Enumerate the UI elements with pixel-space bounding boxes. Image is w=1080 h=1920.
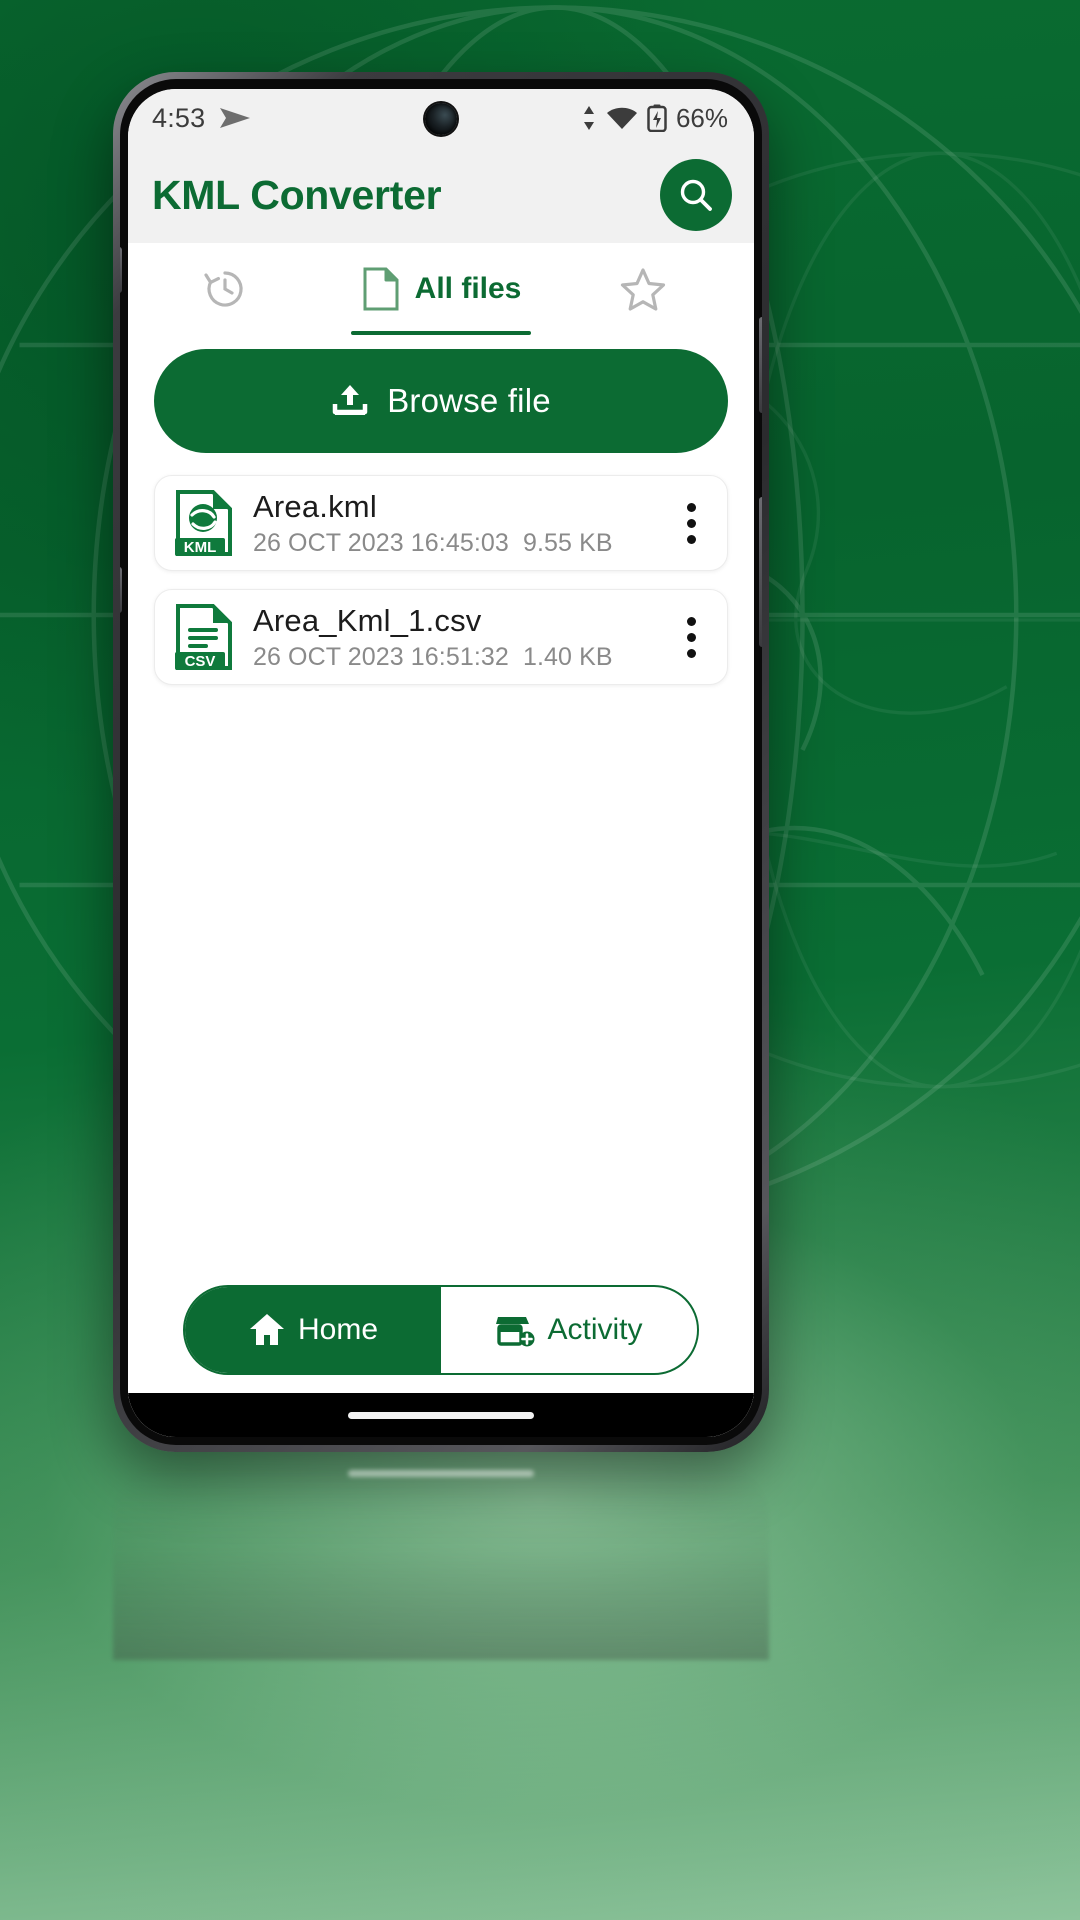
tab-bar: All files bbox=[128, 243, 754, 335]
file-subtitle: 26 OCT 2023 16:51:32 1.40 KB bbox=[253, 643, 669, 672]
file-name: Area_Kml_1.csv bbox=[253, 602, 482, 638]
tab-active-indicator bbox=[350, 331, 532, 335]
svg-text:CSV: CSV bbox=[185, 653, 216, 670]
bottom-navigation-wrapper: Home Activity bbox=[128, 1285, 754, 1393]
search-button[interactable] bbox=[660, 159, 732, 231]
file-size: 1.40 KB bbox=[523, 642, 613, 671]
browse-file-label: Browse file bbox=[387, 382, 551, 419]
table-row[interactable]: CSV Area_Kml_1.csv 26 OCT 2023 16:51:32 … bbox=[154, 589, 728, 685]
nav-home-label: Home bbox=[297, 1313, 379, 1346]
file-date: 26 OCT 2023 16:45:03 bbox=[253, 528, 509, 557]
file-list: KML Area.kml 26 OCT 2023 16:45:03 9.55 K… bbox=[128, 453, 754, 1285]
browse-file-button[interactable]: Browse file bbox=[154, 349, 728, 453]
file-name: Area.kml bbox=[253, 488, 377, 524]
front-camera-punchhole bbox=[425, 103, 457, 135]
device-reflection-bar bbox=[348, 1470, 534, 1477]
more-vertical-icon bbox=[686, 534, 696, 544]
browse-file-section: Browse file bbox=[128, 335, 754, 453]
file-meta: Area_Kml_1.csv 26 OCT 2023 16:51:32 1.40… bbox=[253, 603, 669, 672]
content-sheet: All files Browse file KML Area.kml 26 OC… bbox=[128, 243, 754, 1437]
status-bar: 4:53 66% bbox=[128, 89, 754, 147]
more-vertical-icon bbox=[686, 648, 696, 658]
status-bar-left: 4:53 bbox=[152, 103, 251, 134]
history-icon bbox=[204, 271, 243, 307]
battery-charging-icon bbox=[647, 104, 667, 132]
more-vertical-icon bbox=[686, 632, 696, 642]
app-bar: KML Converter bbox=[128, 147, 754, 243]
kml-file-icon: KML bbox=[175, 490, 232, 556]
system-gesture-area bbox=[128, 1393, 754, 1437]
more-vertical-icon bbox=[686, 616, 696, 626]
volume-rocker-button[interactable] bbox=[759, 497, 762, 647]
bottom-navigation: Home Activity bbox=[183, 1285, 699, 1375]
send-icon bbox=[220, 108, 251, 128]
file-meta: Area.kml 26 OCT 2023 16:45:03 9.55 KB bbox=[253, 489, 669, 558]
power-button[interactable] bbox=[759, 317, 762, 413]
gesture-home-bar[interactable] bbox=[348, 1411, 534, 1419]
volume-down-button[interactable] bbox=[120, 567, 122, 613]
table-row[interactable]: KML Area.kml 26 OCT 2023 16:45:03 9.55 K… bbox=[154, 475, 728, 571]
svg-text:KML: KML bbox=[184, 539, 217, 556]
volume-up-button[interactable] bbox=[120, 247, 122, 293]
nav-activity[interactable]: Activity bbox=[441, 1287, 697, 1373]
page-title: KML Converter bbox=[152, 171, 442, 218]
more-vertical-icon bbox=[686, 518, 696, 528]
tab-history[interactable] bbox=[128, 243, 337, 335]
nav-home[interactable]: Home bbox=[185, 1287, 441, 1373]
data-transfer-icon bbox=[583, 106, 594, 130]
phone-device-frame: 4:53 66% KML Converter All files Browse … bbox=[113, 72, 769, 1452]
file-icon bbox=[363, 267, 399, 311]
phone-screen: 4:53 66% KML Converter All files Browse … bbox=[128, 89, 754, 1437]
device-reflection bbox=[113, 1460, 769, 1660]
more-vertical-icon bbox=[686, 502, 696, 512]
tab-all-files-label: All files bbox=[414, 272, 522, 305]
file-date: 26 OCT 2023 16:51:32 bbox=[253, 642, 509, 671]
upload-icon bbox=[332, 385, 368, 415]
file-subtitle: 26 OCT 2023 16:45:03 9.55 KB bbox=[253, 529, 669, 558]
csv-file-icon: CSV bbox=[175, 604, 232, 670]
activity-store-icon bbox=[496, 1317, 535, 1347]
file-size: 9.55 KB bbox=[523, 528, 613, 557]
battery-percentage: 66% bbox=[675, 102, 728, 133]
file-menu-button[interactable] bbox=[669, 606, 713, 668]
status-bar-right: 66% bbox=[581, 103, 728, 134]
tab-favourites[interactable] bbox=[545, 243, 754, 335]
tab-all-files[interactable]: All files bbox=[337, 243, 546, 335]
file-menu-button[interactable] bbox=[669, 492, 713, 554]
star-icon bbox=[620, 268, 665, 311]
wifi-icon bbox=[606, 107, 637, 129]
phone-bezel: 4:53 66% KML Converter All files Browse … bbox=[120, 79, 762, 1445]
nav-activity-label: Activity bbox=[547, 1313, 643, 1346]
home-icon bbox=[249, 1314, 284, 1345]
search-icon bbox=[680, 179, 712, 211]
status-time: 4:53 bbox=[152, 102, 206, 133]
